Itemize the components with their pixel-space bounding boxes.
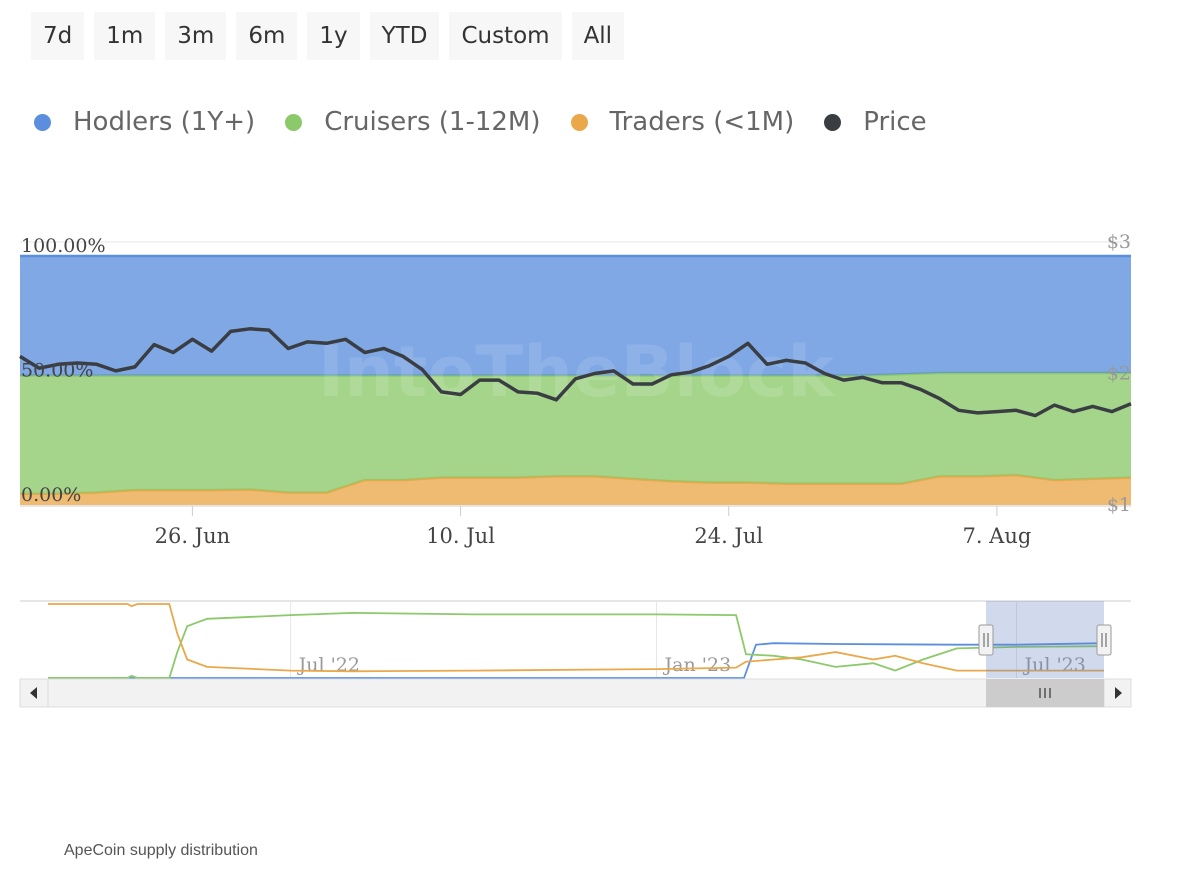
- scroll-left-button[interactable]: [19, 678, 49, 708]
- range-button-all[interactable]: All: [571, 12, 625, 60]
- navigator-selection[interactable]: [986, 601, 1104, 678]
- x-tick-label: 10. Jul: [426, 524, 495, 548]
- range-button-3m[interactable]: 3m: [165, 12, 227, 60]
- range-button-custom[interactable]: Custom: [449, 12, 562, 60]
- y-right-tick-label: $2: [1107, 363, 1131, 385]
- x-tick-label: 26. Jun: [155, 524, 231, 548]
- navigator-scrollbar[interactable]: [19, 678, 1132, 708]
- navigator: Jul '22 Jan '23 Jul '23: [19, 600, 1132, 708]
- navigator-series-line: [48, 642, 1105, 679]
- y-left-tick-label: 100.00%: [21, 235, 106, 257]
- navigator-label: Jan '23: [663, 654, 732, 676]
- y-right-tick-label: $1: [1107, 494, 1131, 516]
- y-left-tick-label: 0.00%: [21, 484, 81, 506]
- legend-dot-icon: [285, 113, 303, 131]
- legend-label: Cruisers (1-12M): [324, 107, 541, 137]
- x-tick-label: 7. Aug: [962, 524, 1031, 548]
- navigator-label: Jul '22: [297, 654, 360, 676]
- legend-label: Price: [863, 107, 927, 137]
- watermark-text: IntoTheBlock: [318, 331, 835, 413]
- scrollbar-track: [19, 678, 1132, 708]
- scroll-right-button[interactable]: [1103, 678, 1132, 708]
- y-left-tick-label: 50.00%: [21, 360, 93, 382]
- legend-label: Hodlers (1Y+): [73, 107, 256, 137]
- legend-item[interactable]: Hodlers (1Y+): [34, 107, 255, 137]
- navigator-handle[interactable]: [1096, 624, 1112, 656]
- supply-distribution-chart: IntoTheBlock 0.00% 50.00% 100.00% $1 $2 $3 26. …: [19, 231, 1132, 708]
- range-button-6m[interactable]: 6m: [236, 12, 298, 60]
- range-selector: 7d 1m 3m 6m 1y YTD Custom All: [31, 12, 634, 60]
- range-button-7d[interactable]: 7d: [31, 12, 85, 60]
- y-right-tick-label: $3: [1107, 231, 1131, 253]
- legend-dot-icon: [570, 113, 588, 131]
- legend-dot-icon: [34, 113, 51, 131]
- handle-grip: [978, 624, 994, 656]
- chart-caption: ApeCoin supply distribution: [64, 842, 258, 859]
- legend-item[interactable]: Cruisers (1-12M): [285, 107, 541, 137]
- range-button-1y[interactable]: 1y: [307, 12, 360, 60]
- x-tick-label: 24. Jul: [694, 524, 763, 548]
- range-button-1m[interactable]: 1m: [94, 12, 156, 60]
- legend: Hodlers (1Y+) Cruisers (1-12M) Traders (<1…: [34, 100, 957, 144]
- handle-grip: [1096, 624, 1112, 656]
- legend-dot-icon: [824, 113, 842, 131]
- legend-item[interactable]: Traders (<1M): [570, 107, 795, 137]
- legend-item[interactable]: Price: [824, 107, 927, 137]
- legend-label: Traders (<1M): [609, 107, 795, 137]
- range-button-ytd[interactable]: YTD: [369, 12, 440, 60]
- navigator-handle[interactable]: [978, 624, 994, 656]
